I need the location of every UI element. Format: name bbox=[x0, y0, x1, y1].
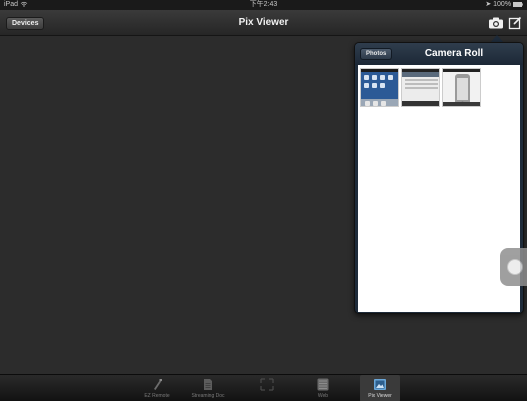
photo-grid bbox=[358, 65, 520, 312]
camera-icon[interactable] bbox=[488, 16, 504, 30]
status-bar: iPad 下午2:43 ➤ 100% bbox=[0, 0, 527, 10]
document-icon bbox=[204, 379, 212, 390]
popover-header: Photos Camera Roll bbox=[355, 43, 523, 65]
remote-icon bbox=[154, 379, 162, 390]
photo-thumbnail-image bbox=[443, 69, 480, 106]
tab-streaming-doc[interactable]: Streaming Doc bbox=[188, 375, 228, 401]
pix-viewer-icon bbox=[374, 379, 386, 390]
photo-thumbnail[interactable] bbox=[360, 68, 399, 107]
page-title: Pix Viewer bbox=[238, 17, 289, 28]
screen: iPad 下午2:43 ➤ 100% Devices Pix Viewer Ph… bbox=[0, 0, 527, 401]
battery-icon bbox=[513, 1, 523, 7]
battery-percent: 100% bbox=[493, 1, 512, 8]
tab-label: Streaming Doc bbox=[191, 393, 225, 399]
photo-thumbnail-image bbox=[361, 69, 398, 106]
web-icon bbox=[317, 378, 329, 391]
assistive-touch-icon bbox=[507, 259, 523, 275]
tab-expand[interactable] bbox=[247, 375, 287, 401]
camera-roll-popover: Photos Camera Roll bbox=[354, 42, 524, 314]
photo-thumbnail[interactable] bbox=[401, 68, 440, 107]
status-time: 下午2:43 bbox=[249, 1, 278, 8]
tab-bar: EZ Remote Streaming Doc Web Pix Viewer bbox=[0, 374, 527, 401]
tab-ez-remote[interactable]: EZ Remote bbox=[137, 375, 177, 401]
compose-icon[interactable] bbox=[508, 16, 522, 30]
photo-thumbnail[interactable] bbox=[442, 68, 481, 107]
status-battery: ➤ 100% bbox=[485, 0, 523, 10]
tab-label: Web bbox=[317, 393, 329, 399]
tab-pix-viewer[interactable]: Pix Viewer bbox=[360, 375, 400, 401]
tab-web[interactable]: Web bbox=[303, 375, 343, 401]
photo-thumbnail-image bbox=[402, 69, 439, 106]
location-arrow-icon: ➤ bbox=[485, 1, 492, 8]
tab-label: Pix Viewer bbox=[368, 393, 392, 399]
assistive-touch-handle[interactable] bbox=[500, 248, 527, 286]
nav-bar: Devices Pix Viewer bbox=[0, 10, 527, 36]
popover-title: Camera Roll bbox=[424, 48, 484, 59]
expand-icon bbox=[260, 378, 274, 391]
tab-label: EZ Remote bbox=[144, 393, 170, 399]
